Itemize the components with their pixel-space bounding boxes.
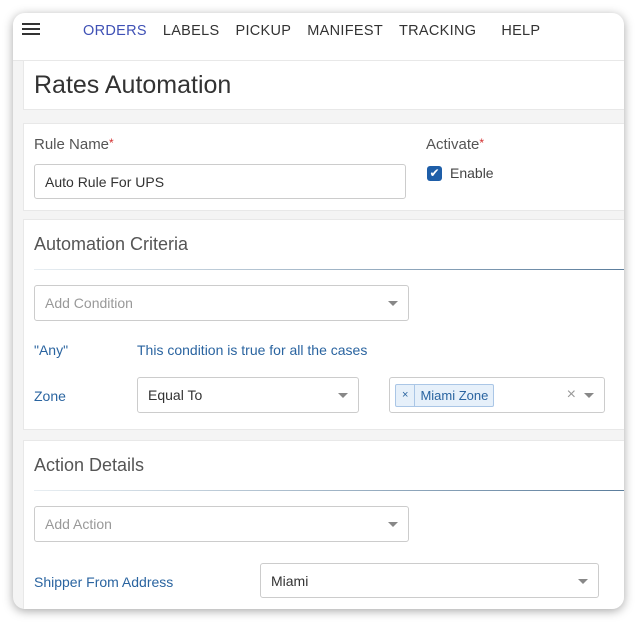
chevron-down-icon xyxy=(578,578,588,584)
check-icon: ✔ xyxy=(429,166,440,180)
automation-criteria-card: Automation Criteria Add Condition "Any" … xyxy=(23,219,624,430)
any-description: This condition is true for all the cases xyxy=(137,342,368,358)
tag-remove-icon[interactable]: × xyxy=(396,385,416,406)
add-condition-select[interactable]: Add Condition xyxy=(34,285,409,321)
shipper-from-address-select[interactable]: Miami xyxy=(260,563,599,598)
app-window: ORDERS LABELS PICKUP MANIFEST TRACKING H… xyxy=(13,13,624,609)
nav-pickup[interactable]: PICKUP xyxy=(235,23,291,39)
chevron-down-icon xyxy=(388,301,398,306)
enable-checkbox[interactable]: ✔ xyxy=(427,166,442,181)
hamburger-menu-icon[interactable] xyxy=(22,23,40,37)
operator-select[interactable]: Equal To xyxy=(137,377,359,413)
shipper-from-address-value: Miami xyxy=(271,572,309,589)
required-mark: * xyxy=(479,136,485,150)
nav-help[interactable]: HELP xyxy=(501,23,540,39)
add-action-select[interactable]: Add Action xyxy=(34,506,409,542)
main-nav: ORDERS LABELS PICKUP MANIFEST TRACKING H… xyxy=(83,23,556,39)
top-nav-bar: ORDERS LABELS PICKUP MANIFEST TRACKING H… xyxy=(13,13,624,61)
zone-tag: × Miami Zone xyxy=(395,384,495,407)
automation-criteria-title: Automation Criteria xyxy=(34,234,189,254)
zone-label: Zone xyxy=(34,388,66,404)
rule-name-value: Auto Rule For UPS xyxy=(45,174,165,190)
section-divider xyxy=(34,490,624,491)
shipper-from-address-label: Shipper From Address xyxy=(34,574,174,590)
action-details-card: Action Details Add Action Shipper From A… xyxy=(23,440,624,609)
rule-name-input[interactable]: Auto Rule For UPS xyxy=(34,164,406,199)
add-condition-placeholder: Add Condition xyxy=(45,295,133,311)
activate-label: Activate* xyxy=(426,136,485,153)
clear-icon[interactable]: × xyxy=(567,386,576,404)
nav-tracking[interactable]: TRACKING xyxy=(399,23,476,39)
enable-label: Enable xyxy=(450,165,494,181)
zone-tag-label: Miami Zone xyxy=(420,388,489,403)
chevron-down-icon xyxy=(388,522,398,527)
rule-card: Rule Name* Auto Rule For UPS Activate* ✔… xyxy=(23,123,624,211)
nav-manifest[interactable]: MANIFEST xyxy=(307,23,383,39)
section-divider xyxy=(34,269,624,270)
title-card: Rates Automation xyxy=(23,60,624,110)
chevron-down-icon xyxy=(338,393,348,398)
required-mark: * xyxy=(109,136,114,150)
nav-labels[interactable]: LABELS xyxy=(163,23,220,39)
any-label: "Any" xyxy=(34,342,69,358)
nav-orders[interactable]: ORDERS xyxy=(83,23,147,39)
add-action-placeholder: Add Action xyxy=(45,516,112,532)
action-details-title: Action Details xyxy=(34,455,145,475)
rule-name-label: Rule Name* xyxy=(34,136,114,153)
zone-multiselect[interactable]: × Miami Zone × xyxy=(389,377,605,413)
page-title: Rates Automation xyxy=(34,71,232,99)
chevron-down-icon xyxy=(584,393,594,398)
operator-value: Equal To xyxy=(148,387,203,403)
